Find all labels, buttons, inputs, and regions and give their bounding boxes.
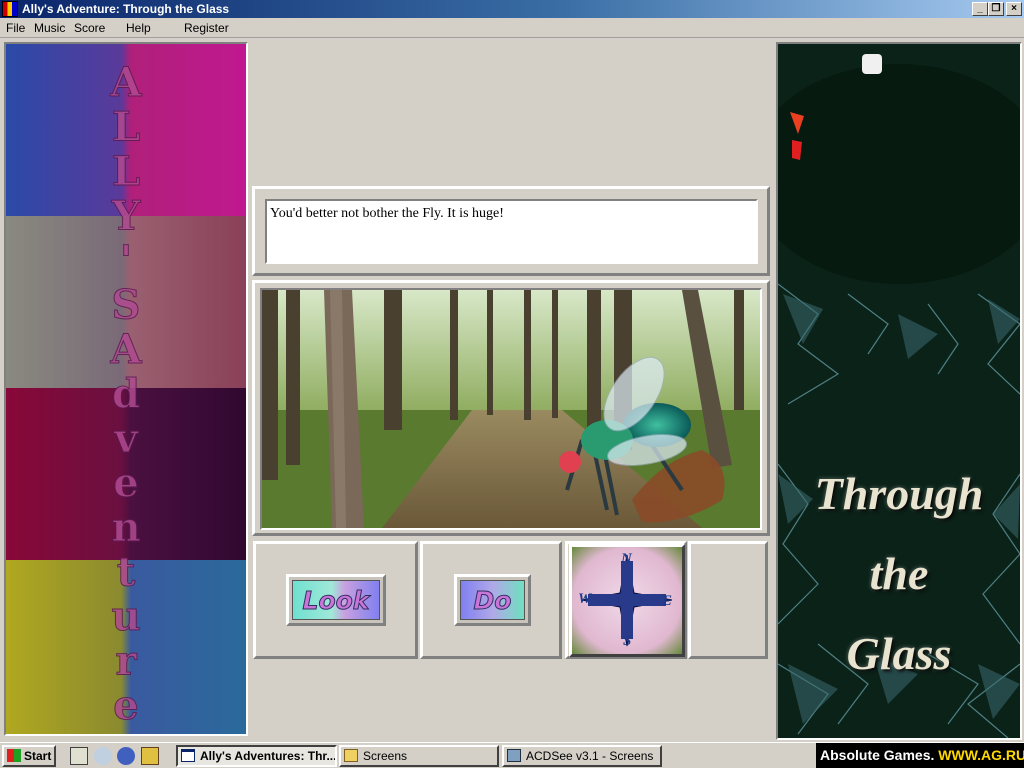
message-box: You'd better not bother the Fly. It is h… [265,199,758,264]
acdsee-icon [507,749,521,762]
window-title: Ally's Adventure: Through the Glass [22,2,230,16]
cat-icon [862,54,882,74]
do-button-label: Do [460,580,525,620]
banner-letter: t [117,549,136,596]
scene-view[interactable] [260,288,762,530]
start-label: Start [24,749,52,763]
banner-letter: ' [120,237,132,284]
stack-icon[interactable] [141,747,159,765]
through-the-glass-title: Through the Glass [778,454,1020,694]
banner-title-letters: ALLY'SAdventure [109,59,143,730]
menu-file[interactable]: File [6,21,25,35]
menu-help[interactable]: Help [126,21,151,35]
title-banner-right: Through the Glass [776,42,1022,740]
task-screens[interactable]: Screens [339,745,499,767]
banner-letter: Y [111,193,141,240]
banner-letter: u [111,593,140,640]
compass-west[interactable]: W [578,591,591,608]
menu-bar: File Music Score Help Register [0,18,1024,38]
music-note-icon[interactable] [94,747,112,765]
do-button[interactable]: Do [454,574,531,626]
banner-letter: r [115,638,137,685]
empty-cell [688,541,768,659]
banner-letter: e [113,460,138,507]
task-acdsee[interactable]: ACDSee v3.1 - Screens [502,745,662,767]
folder-icon [344,749,358,762]
forest-scene-image[interactable] [262,290,760,528]
top-empty-area [252,42,772,184]
banner-letter: L [112,148,140,195]
menu-music[interactable]: Music [34,21,65,35]
look-button[interactable]: Look [286,574,386,626]
banner-letter: v [113,415,139,462]
restore-button[interactable]: ❐ [988,2,1004,16]
desktop-icon[interactable] [70,747,88,765]
title-line-2: the [869,548,929,599]
windows-logo-icon [7,749,21,762]
start-button[interactable]: Start [2,745,56,767]
menu-score[interactable]: Score [74,21,105,35]
gear-icon[interactable] [117,747,135,765]
banner-letter: n [111,504,140,551]
app-icon[interactable] [2,1,18,17]
title-banner-left: A L L Y ' S Ad v e n t u r e [4,42,248,736]
look-button-label: Look [292,580,380,620]
compass-north[interactable]: N [621,551,632,568]
banner-letter: L [112,104,140,151]
compass-south[interactable]: S [623,633,631,650]
title-line-3: Glass [846,628,952,679]
menu-register[interactable]: Register [184,21,229,35]
minimize-button[interactable]: _ [972,2,988,16]
task-ally-adventures[interactable]: Ally's Adventures: Thr... [176,745,337,767]
message-text: You'd better not bother the Fly. It is h… [270,206,504,221]
task-label: Screens [363,749,408,763]
banner-letter: A [109,326,142,373]
task-label: Ally's Adventures: Thr... [200,749,337,763]
banner-letter: e [113,682,138,729]
banner-letter: A [109,59,142,106]
title-bar: Ally's Adventure: Through the Glass _ ❐ … [0,0,1024,18]
banner-letter: d [112,371,140,418]
system-tray-watermark: Absolute Games. WWW.AG.RU [816,743,1024,768]
watermark-label: Absolute Games. [820,747,935,763]
title-line-1: Through [814,468,984,519]
compass-button[interactable]: N S E W [569,544,685,657]
task-label: ACDSee v3.1 - Screens [526,749,654,763]
close-button[interactable]: × [1006,2,1022,16]
banner-letter: S [112,282,141,329]
compass-east[interactable]: E [662,593,672,610]
watermark-url: WWW.AG.RU [938,747,1024,763]
window-icon [181,749,195,762]
